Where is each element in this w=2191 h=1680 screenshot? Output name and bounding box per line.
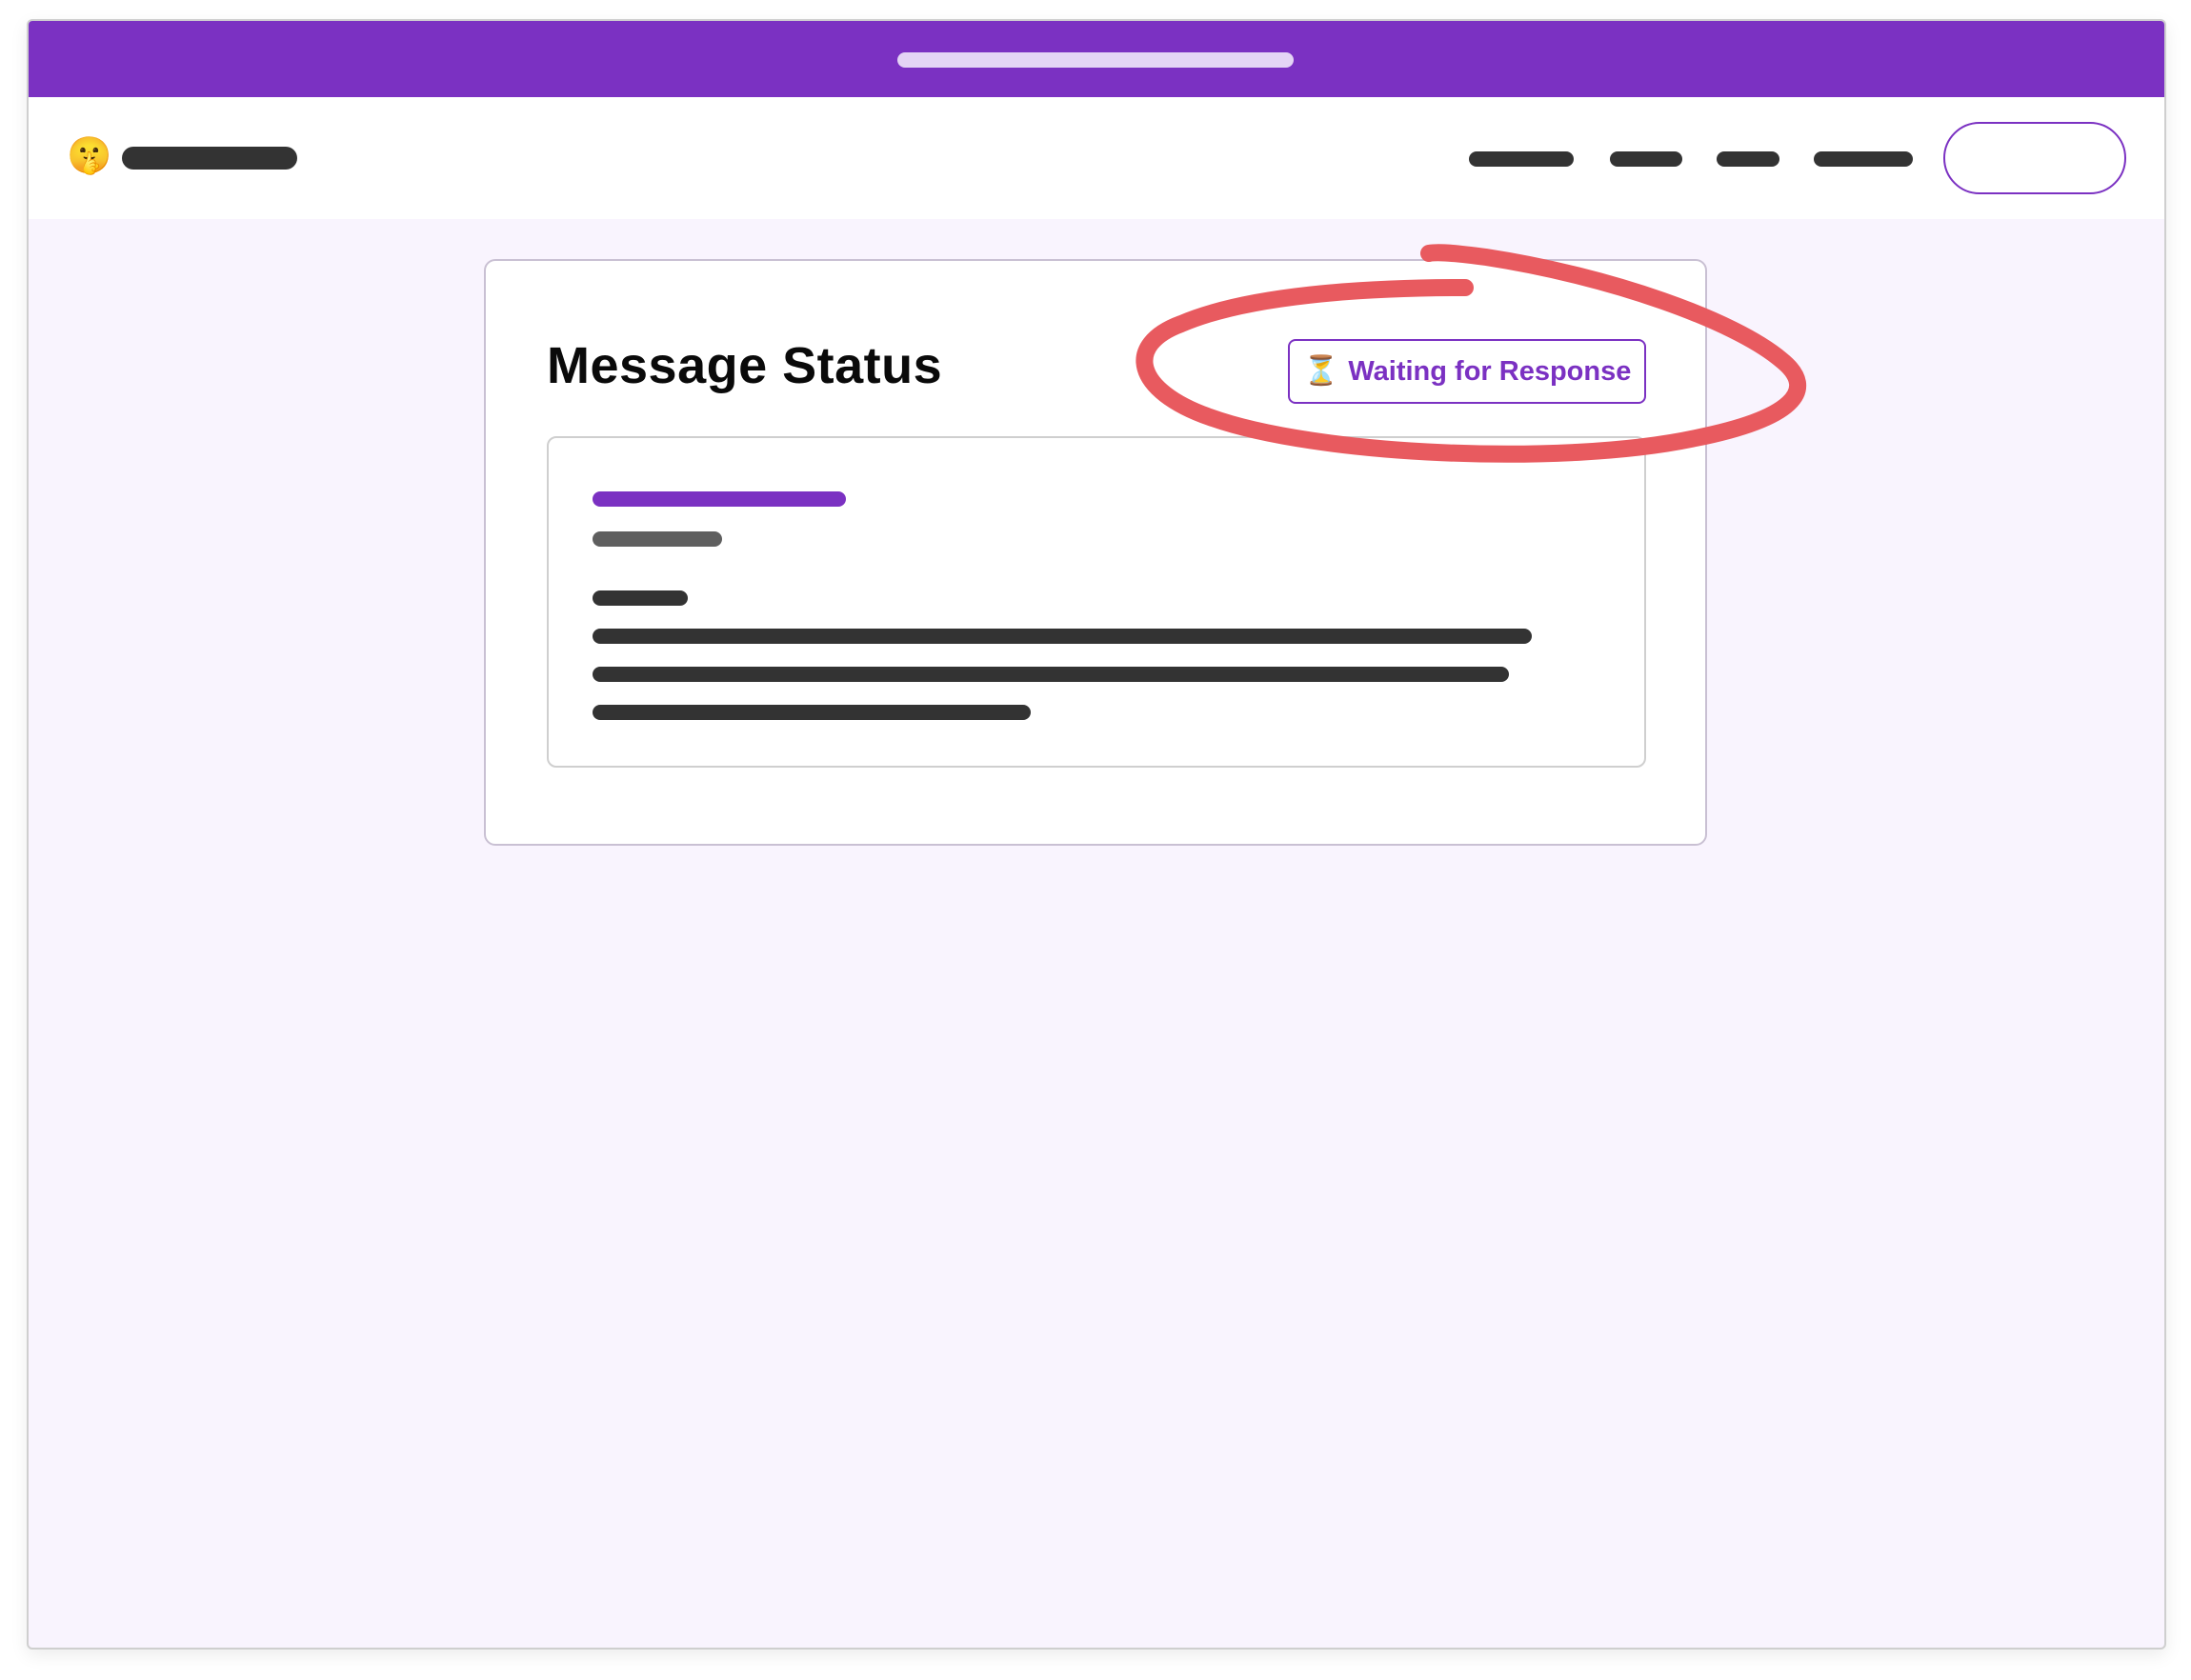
message-timestamp [593, 531, 722, 547]
browser-title-bar [29, 21, 2164, 97]
page-title: Message Status [547, 337, 943, 394]
address-bar[interactable] [897, 52, 1294, 68]
status-badge-label: Waiting for Response [1348, 355, 1632, 387]
hourglass-icon: ⏳ [1303, 355, 1339, 387]
message-body-line [593, 667, 1509, 682]
browser-window: 🤫 Message Status ⏳ Waiting for Response [27, 19, 2166, 1650]
message-body-line [593, 705, 1031, 720]
nav-link-2[interactable] [1610, 151, 1682, 167]
site-navbar: 🤫 [29, 97, 2164, 219]
nav-link-3[interactable] [1717, 151, 1779, 167]
message-sender [593, 491, 846, 507]
message-status-card: Message Status ⏳ Waiting for Response [484, 259, 1707, 846]
message-body-line [593, 629, 1532, 644]
nav-link-1[interactable] [1469, 151, 1574, 167]
status-badge: ⏳ Waiting for Response [1288, 339, 1646, 404]
site-logo-text[interactable] [122, 147, 297, 170]
nav-link-4[interactable] [1814, 151, 1913, 167]
nav-cta-button[interactable] [1943, 122, 2126, 194]
shushing-face-icon[interactable]: 🤫 [67, 135, 111, 177]
message-subject-label [593, 590, 688, 606]
message-preview [547, 436, 1646, 768]
